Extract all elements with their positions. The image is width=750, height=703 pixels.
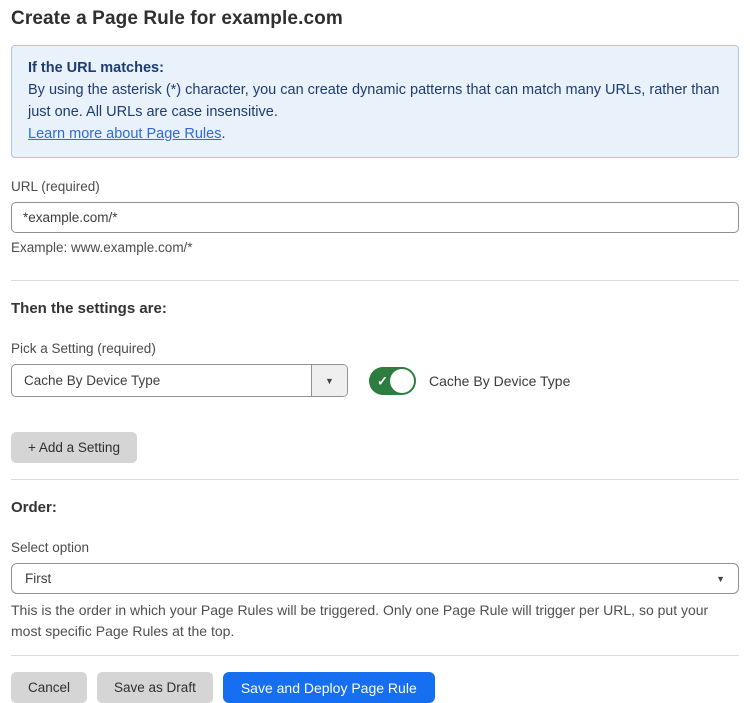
url-field-label: URL (required) [11,179,739,194]
order-select-value: First [25,571,716,586]
check-icon: ✓ [377,374,388,387]
info-banner-body: By using the asterisk (*) character, you… [28,79,722,123]
setting-select-arrow-button[interactable]: ▼ [311,365,347,396]
setting-select[interactable]: Cache By Device Type ▼ [11,364,348,397]
page-rule-form: Create a Page Rule for example.com If th… [0,0,750,703]
section-divider [11,280,739,281]
info-banner-link-line: Learn more about Page Rules. [28,123,722,145]
toggle-knob [390,369,414,393]
order-helper-text: This is the order in which your Page Rul… [11,600,731,642]
add-setting-button[interactable]: + Add a Setting [11,432,137,463]
order-section-heading: Order: [11,499,739,516]
url-example-helper: Example: www.example.com/* [11,240,739,255]
order-select[interactable]: First ▼ [11,563,739,594]
order-select-label: Select option [11,540,739,555]
section-divider [11,479,739,480]
link-period: . [221,126,225,142]
setting-row: Cache By Device Type ▼ ✓ Cache By Device… [11,364,739,397]
pick-setting-label: Pick a Setting (required) [11,341,739,356]
url-match-info-banner: If the URL matches: By using the asteris… [11,45,739,158]
chevron-down-icon: ▼ [325,376,334,386]
footer-divider [11,655,739,656]
setting-select-value: Cache By Device Type [12,365,311,396]
url-input[interactable] [11,202,739,233]
page-title: Create a Page Rule for example.com [11,8,739,30]
toggle-label: Cache By Device Type [429,373,570,389]
settings-section-heading: Then the settings are: [11,300,739,317]
info-banner-heading: If the URL matches: [28,57,722,79]
cache-by-device-type-toggle[interactable]: ✓ [369,367,416,395]
chevron-down-icon: ▼ [716,574,725,584]
learn-more-link[interactable]: Learn more about Page Rules [28,126,221,142]
